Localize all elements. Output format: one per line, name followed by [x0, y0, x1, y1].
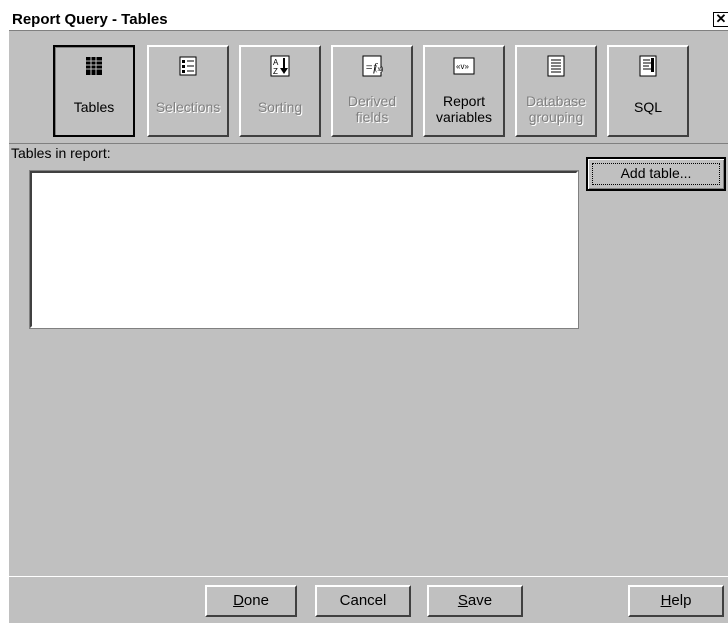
save-button[interactable]: Save — [427, 585, 523, 617]
sort-az-icon: A Z — [270, 55, 290, 77]
tables-listbox[interactable] — [29, 170, 579, 329]
help-button[interactable]: Help — [628, 585, 724, 617]
tab-tables[interactable]: Tables — [53, 45, 135, 137]
window-title: Report Query - Tables — [12, 11, 168, 28]
focus-rect — [592, 163, 720, 185]
help-mnemonic: H — [660, 592, 672, 609]
variable-icon: «v» — [453, 57, 475, 75]
save-mnemonic: S — [457, 592, 468, 609]
tab-derived-fields[interactable]: =f (x) Derived fields — [331, 45, 413, 137]
cancel-label: Cancel — [339, 592, 387, 609]
tab-report-variables[interactable]: «v» Report variables — [423, 45, 505, 137]
tab-variables-label-1: Report — [442, 93, 486, 109]
tab-sorting[interactable]: A Z Sorting — [239, 45, 321, 137]
document-lines-icon — [547, 55, 565, 77]
help-label: elp — [671, 592, 692, 609]
tab-sorting-label: Sorting — [257, 99, 303, 115]
tab-selections-label: Selections — [155, 99, 221, 115]
checklist-icon — [179, 56, 197, 76]
tables-in-report-label: Tables in report: — [11, 145, 111, 161]
table-grid-icon — [86, 57, 102, 75]
done-label: one — [243, 592, 269, 609]
tab-grouping-label-1: Database — [526, 93, 586, 109]
add-table-button[interactable]: Add table... — [586, 157, 726, 191]
title-bar[interactable]: Report Query - Tables ✕ — [9, 9, 728, 31]
cancel-button[interactable]: Cancel — [315, 585, 411, 617]
function-icon: =f (x) — [362, 55, 383, 77]
done-mnemonic: D — [233, 592, 244, 609]
tab-sql[interactable]: SQL — [607, 45, 689, 137]
tab-sql-label: SQL — [633, 99, 662, 115]
tab-selections[interactable]: Selections — [147, 45, 229, 137]
tab-tables-label: Tables — [73, 99, 115, 115]
save-label: ave — [467, 592, 493, 609]
tab-derived-label-2: fields — [355, 109, 389, 125]
tab-variables-label-2: variables — [435, 109, 493, 125]
tab-database-grouping[interactable]: Database grouping — [515, 45, 597, 137]
close-icon[interactable]: ✕ — [713, 12, 728, 27]
tab-grouping-label-2: grouping — [528, 109, 584, 125]
done-button[interactable]: Done — [205, 585, 297, 617]
svg-text:A: A — [273, 58, 279, 67]
svg-text:(x): (x) — [375, 65, 383, 73]
svg-text:Z: Z — [273, 67, 278, 76]
sql-document-icon — [639, 55, 657, 77]
report-query-window: Report Query - Tables ✕ Tables Selection… — [8, 8, 728, 623]
svg-text:«v»: «v» — [456, 62, 469, 71]
tab-derived-label-1: Derived — [347, 93, 397, 109]
